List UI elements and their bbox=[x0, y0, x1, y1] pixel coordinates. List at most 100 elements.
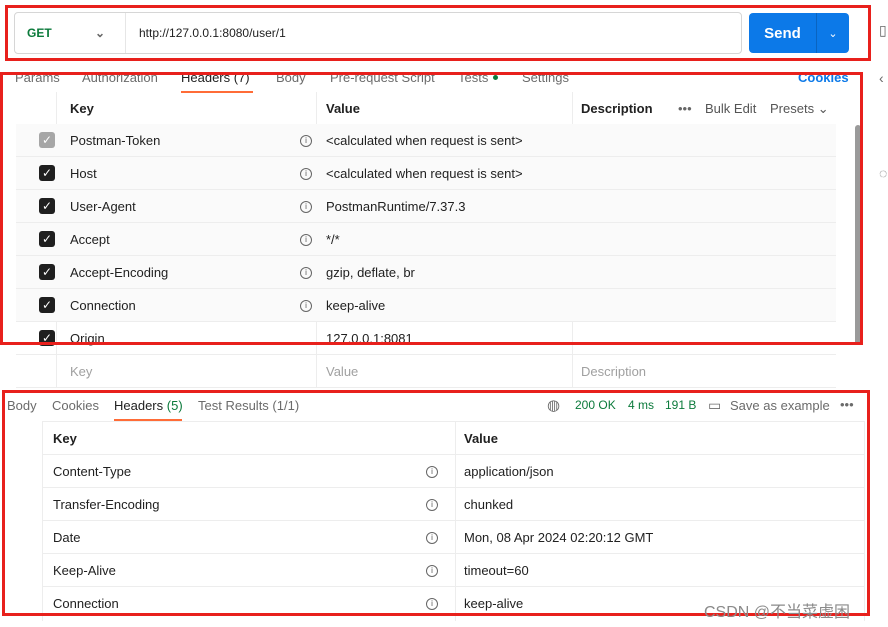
enabled-checkbox[interactable]: ✓ bbox=[39, 165, 55, 181]
tab-tests[interactable]: Tests bbox=[458, 70, 488, 85]
header-value[interactable]: PostmanRuntime/7.37.3 bbox=[326, 190, 465, 223]
tab-pre-request-script[interactable]: Pre-request Script bbox=[330, 70, 435, 85]
column-key: Key bbox=[70, 101, 94, 116]
globe-icon[interactable]: ◍ bbox=[547, 396, 560, 414]
method-label: GET bbox=[27, 26, 52, 40]
table-row: ✓ User-Agent i PostmanRuntime/7.37.3 bbox=[16, 190, 836, 223]
new-key-input[interactable]: Key bbox=[70, 355, 92, 388]
header-key[interactable]: Origin bbox=[70, 322, 105, 355]
header-key[interactable]: Connection bbox=[70, 289, 136, 322]
info-icon[interactable]: i bbox=[300, 299, 312, 312]
response-tab-headers[interactable]: Headers (5) bbox=[114, 398, 183, 413]
header-key[interactable]: Postman-Token bbox=[70, 124, 160, 157]
tab-body[interactable]: Body bbox=[276, 70, 306, 85]
info-icon[interactable]: i bbox=[426, 597, 438, 610]
table-row: Transfer-Encoding i chunked bbox=[42, 487, 864, 520]
comment-icon[interactable]: ▯ bbox=[879, 22, 887, 39]
save-icon: ▭ bbox=[708, 397, 722, 413]
info-icon[interactable]: i bbox=[300, 233, 312, 246]
column-description: Description bbox=[581, 101, 653, 116]
enabled-checkbox[interactable]: ✓ bbox=[39, 297, 55, 313]
url-input[interactable]: http://127.0.0.1:8080/user/1 bbox=[126, 26, 286, 40]
header-value: timeout=60 bbox=[464, 563, 529, 578]
response-tab-cookies[interactable]: Cookies bbox=[52, 398, 99, 413]
header-value: chunked bbox=[464, 497, 514, 512]
enabled-checkbox[interactable]: ✓ bbox=[39, 264, 55, 280]
scrollbar[interactable] bbox=[855, 125, 861, 345]
method-select[interactable]: GET ⌄ bbox=[15, 13, 126, 53]
header-value[interactable]: <calculated when request is sent> bbox=[326, 157, 523, 190]
enabled-checkbox[interactable]: ✓ bbox=[39, 132, 55, 148]
table-header-row: Key Value bbox=[42, 421, 864, 454]
send-label: Send bbox=[749, 13, 817, 53]
response-tab-body[interactable]: Body bbox=[7, 398, 37, 413]
table-row: ✓ Host i <calculated when request is sen… bbox=[16, 157, 836, 190]
header-key[interactable]: Accept bbox=[70, 223, 110, 256]
response-size[interactable]: 191 B bbox=[665, 398, 696, 412]
save-as-example-button[interactable]: Save as example bbox=[730, 398, 830, 413]
info-icon[interactable]: i bbox=[300, 200, 312, 213]
header-value: keep-alive bbox=[464, 596, 524, 611]
table-row: ✓ Accept-Encoding i gzip, deflate, br bbox=[16, 256, 836, 289]
header-key: Keep-Alive bbox=[53, 563, 116, 578]
info-icon[interactable]: i bbox=[426, 498, 438, 511]
presets-dropdown[interactable]: Presets ⌄ bbox=[770, 92, 829, 125]
table-row: Date i Mon, 08 Apr 2024 02:20:12 GMT bbox=[42, 520, 864, 553]
send-button[interactable]: Send ⌄ bbox=[749, 13, 849, 53]
header-value[interactable]: 127.0.0.1:8081 bbox=[326, 322, 413, 355]
response-tab-test-results[interactable]: Test Results (1/1) bbox=[198, 398, 299, 413]
tab-settings[interactable]: Settings bbox=[522, 70, 569, 85]
info-icon[interactable]: i bbox=[300, 266, 312, 279]
header-key: Content-Type bbox=[53, 464, 132, 479]
info-icon[interactable]: i bbox=[426, 564, 438, 577]
request-bar: GET ⌄ http://127.0.0.1:8080/user/1 bbox=[14, 12, 742, 54]
table-header-row: Key Value Description ••• Bulk Edit Pres… bbox=[16, 92, 836, 125]
new-description-input[interactable]: Description bbox=[581, 355, 646, 388]
tab-params[interactable]: Params bbox=[15, 70, 60, 85]
new-header-row: Key Value Description bbox=[16, 355, 836, 388]
header-key[interactable]: Host bbox=[70, 157, 97, 190]
enabled-checkbox[interactable]: ✓ bbox=[39, 231, 55, 247]
presets-label: Presets bbox=[770, 101, 815, 116]
more-options-icon[interactable]: ••• bbox=[840, 397, 854, 412]
tab-authorization[interactable]: Authorization bbox=[82, 70, 158, 85]
header-key: Date bbox=[53, 530, 81, 545]
tab-headers[interactable]: Headers (7) bbox=[181, 70, 250, 85]
column-key: Key bbox=[53, 431, 77, 446]
header-value[interactable]: */* bbox=[326, 223, 340, 256]
header-value[interactable]: <calculated when request is sent> bbox=[326, 124, 523, 157]
table-row: ✓ Connection i keep-alive bbox=[16, 289, 836, 322]
table-row: Content-Type i application/json bbox=[42, 454, 864, 487]
status-badge[interactable]: 200 OK bbox=[575, 398, 616, 412]
column-value: Value bbox=[464, 431, 498, 446]
more-options-icon[interactable]: ••• bbox=[678, 92, 692, 125]
enabled-checkbox[interactable]: ✓ bbox=[39, 330, 55, 346]
header-key[interactable]: User-Agent bbox=[70, 190, 136, 223]
cookies-link[interactable]: Cookies bbox=[798, 70, 849, 85]
header-value: application/json bbox=[464, 464, 554, 479]
table-row: ✓ Origin 127.0.0.1:8081 bbox=[16, 322, 836, 355]
code-icon[interactable]: ‹ bbox=[879, 70, 884, 86]
chevron-down-icon: ⌄ bbox=[94, 26, 105, 40]
column-value: Value bbox=[326, 101, 360, 116]
response-time[interactable]: 4 ms bbox=[628, 398, 654, 412]
headers-count: (5) bbox=[166, 398, 183, 413]
tests-dot-icon bbox=[493, 75, 498, 80]
info-icon[interactable]: i bbox=[300, 167, 312, 180]
info-icon[interactable]: i bbox=[426, 531, 438, 544]
info-icon[interactable]: i bbox=[300, 134, 312, 147]
table-row: Keep-Alive i timeout=60 bbox=[42, 553, 864, 586]
info-side-icon[interactable]: ◌ bbox=[879, 165, 887, 181]
headers-label: Headers bbox=[114, 398, 164, 413]
new-value-input[interactable]: Value bbox=[326, 355, 358, 388]
header-key[interactable]: Accept-Encoding bbox=[70, 256, 168, 289]
header-value[interactable]: gzip, deflate, br bbox=[326, 256, 415, 289]
enabled-checkbox[interactable]: ✓ bbox=[39, 198, 55, 214]
header-value: Mon, 08 Apr 2024 02:20:12 GMT bbox=[464, 530, 654, 545]
header-key: Connection bbox=[53, 596, 119, 611]
info-icon[interactable]: i bbox=[426, 465, 438, 478]
table-row: ✓ Accept i */* bbox=[16, 223, 836, 256]
send-dropdown-chevron-icon[interactable]: ⌄ bbox=[817, 13, 849, 53]
header-value[interactable]: keep-alive bbox=[326, 289, 385, 322]
bulk-edit-button[interactable]: Bulk Edit bbox=[705, 92, 756, 125]
